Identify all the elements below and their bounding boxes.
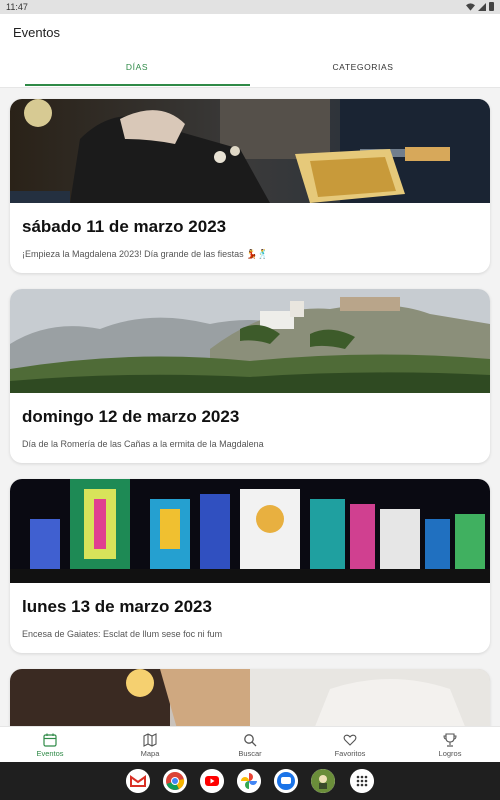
tab-categorias[interactable]: CATEGORIAS — [238, 54, 488, 88]
heart-icon — [343, 734, 357, 746]
youtube-icon[interactable] — [200, 769, 224, 793]
trophy-icon — [443, 733, 457, 747]
app-drawer-icon[interactable] — [350, 769, 374, 793]
status-bar: 11:47 — [0, 0, 500, 14]
nav-label: Favoritos — [334, 749, 366, 758]
system-dock — [0, 762, 500, 800]
event-photo — [10, 99, 490, 203]
event-date-title: lunes 13 de marzo 2023 — [22, 597, 212, 616]
calendar-icon — [43, 733, 57, 747]
event-card[interactable]: domingo 12 de marzo 2023 Día de la Romer… — [10, 289, 490, 463]
nav-mapa[interactable]: Mapa — [100, 727, 200, 763]
signal-icon — [478, 2, 486, 11]
nav-label: Mapa — [140, 749, 160, 758]
nav-label: Eventos — [36, 749, 64, 758]
events-list[interactable]: sábado 11 de marzo 2023 ¡Empieza la Magd… — [0, 88, 500, 726]
event-photo — [10, 669, 490, 726]
search-icon — [244, 734, 257, 747]
status-time: 11:47 — [6, 2, 28, 12]
app-title: Eventos — [13, 25, 60, 40]
event-description: ¡Empieza la Magdalena 2023! Día grande d… — [22, 249, 269, 259]
tab-dias[interactable]: DÍAS — [12, 54, 262, 88]
battery-icon — [489, 2, 494, 11]
nav-buscar[interactable]: Buscar — [200, 727, 300, 763]
wifi-icon — [466, 2, 475, 11]
event-photo — [10, 479, 490, 583]
photos-icon[interactable] — [237, 769, 261, 793]
event-card[interactable]: lunes 13 de marzo 2023 Encesa de Gaiates… — [10, 479, 490, 653]
event-photo — [10, 289, 490, 393]
nav-label: Logros — [438, 749, 462, 758]
gmail-icon[interactable] — [126, 769, 150, 793]
nav-logros[interactable]: Logros — [400, 727, 500, 763]
active-tab-indicator — [25, 84, 250, 86]
bottom-navigation: Eventos Mapa Buscar Favoritos Logros — [0, 726, 500, 762]
event-card[interactable]: sábado 11 de marzo 2023 ¡Empieza la Magd… — [10, 99, 490, 273]
event-date-title: sábado 11 de marzo 2023 — [22, 217, 227, 236]
event-date-title: domingo 12 de marzo 2023 — [22, 407, 240, 426]
custom-app-icon[interactable] — [311, 769, 335, 793]
event-description: Encesa de Gaiates: Esclat de llum sese f… — [22, 629, 223, 639]
event-card[interactable] — [10, 669, 490, 726]
status-icons — [466, 2, 494, 11]
messages-icon[interactable] — [274, 769, 298, 793]
app-bar: Eventos DÍAS CATEGORIAS — [0, 14, 500, 88]
event-description: Día de la Romería de las Cañas a la ermi… — [22, 439, 264, 449]
nav-label: Buscar — [238, 749, 262, 758]
nav-favoritos[interactable]: Favoritos — [300, 727, 400, 763]
nav-eventos[interactable]: Eventos — [0, 727, 100, 763]
chrome-icon[interactable] — [163, 769, 187, 793]
map-icon — [143, 733, 157, 747]
